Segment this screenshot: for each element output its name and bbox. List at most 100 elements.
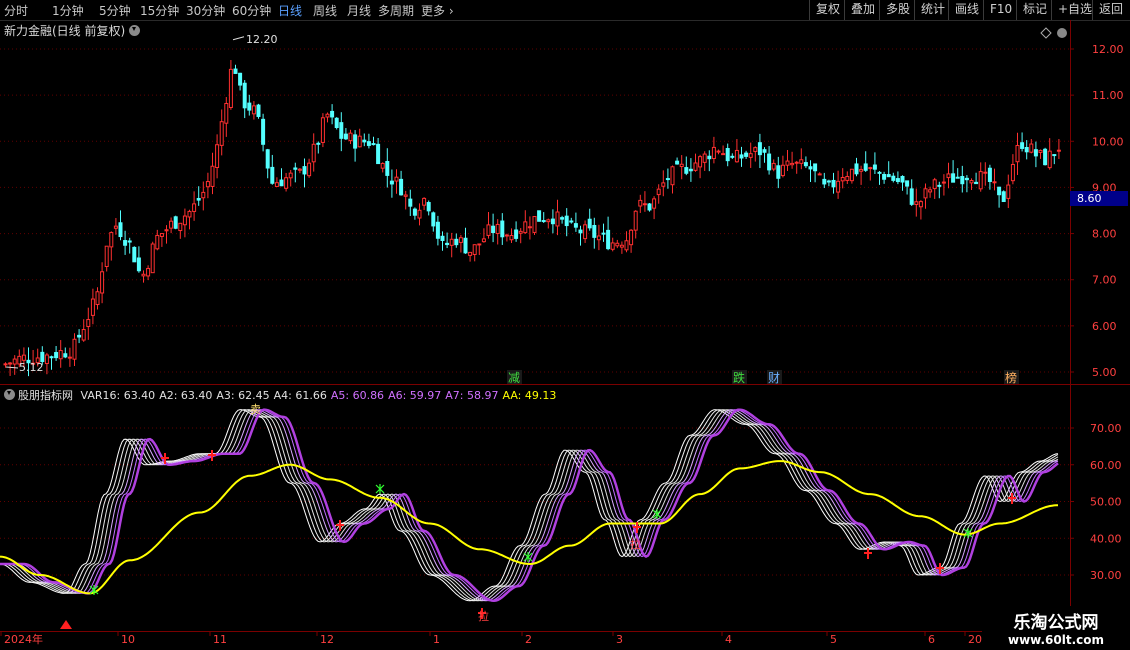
candle-body — [307, 162, 312, 177]
candle-body — [716, 150, 721, 153]
indicator-tick-label: 70.00 — [1090, 422, 1122, 435]
candle-body — [1043, 148, 1048, 166]
candle-body — [799, 159, 804, 164]
indicator-value-5: A6: 59.97 — [388, 389, 442, 402]
candle-body — [845, 176, 850, 181]
candle-body — [219, 121, 224, 146]
watermark-title: 乐淘公式网 — [1013, 613, 1099, 633]
candle-body — [863, 163, 868, 171]
candle-body — [955, 176, 960, 179]
candle-body — [251, 105, 256, 115]
candle-body — [679, 163, 684, 168]
candle-body — [44, 354, 49, 365]
candle-body — [431, 212, 436, 227]
candle-body — [886, 174, 891, 178]
candle-body — [951, 173, 956, 183]
candle-body — [500, 220, 505, 238]
candle-body — [1033, 149, 1038, 157]
candle-body — [196, 197, 201, 201]
indicator-marker-text: 拉 — [630, 537, 641, 551]
price-tick-label: 7.00 — [1092, 274, 1117, 287]
candle-body — [334, 117, 339, 129]
time-label: 11 — [213, 633, 227, 646]
candle-body — [412, 208, 417, 216]
indicator-value-1: A2: 63.40 — [159, 389, 213, 402]
indicator-dropdown-icon[interactable] — [4, 389, 15, 400]
candle-body — [288, 172, 293, 179]
candle-body — [491, 225, 496, 234]
candle-body — [978, 171, 983, 190]
candle-body — [836, 180, 841, 193]
kline-chart[interactable]: 12.0011.0010.009.008.007.006.005.0070.00… — [0, 0, 1130, 650]
candle-body — [969, 180, 974, 184]
candle-body — [86, 319, 91, 327]
price-tick-label: 12.00 — [1092, 43, 1124, 56]
candle-body — [362, 139, 367, 143]
candle-body — [803, 162, 808, 167]
candle-body — [173, 216, 178, 229]
candle-body — [1024, 147, 1029, 153]
time-label: 3 — [616, 633, 623, 646]
candle-body — [753, 147, 758, 152]
candle-body — [748, 153, 753, 158]
candle-body — [932, 179, 937, 190]
candle-body — [744, 152, 749, 157]
candle-body — [840, 176, 845, 182]
candle-body — [859, 168, 864, 172]
candle-body — [187, 210, 192, 218]
candle-body — [895, 178, 900, 183]
candle-body — [210, 165, 215, 187]
indicator-value-7: AA: 49.13 — [502, 389, 557, 402]
candle-body — [325, 113, 330, 118]
candle-body — [661, 182, 666, 187]
candle-body — [514, 229, 519, 239]
candle-body — [509, 235, 514, 241]
candle-body — [132, 246, 137, 263]
candle-body — [822, 178, 827, 185]
indicator-value-6: A7: 58.97 — [445, 389, 499, 402]
time-label: 4 — [725, 633, 732, 646]
candle-body — [205, 181, 210, 188]
current-price-box: 8.60 — [1070, 191, 1128, 206]
candle-body — [468, 251, 473, 256]
candle-body — [256, 104, 261, 117]
time-label: 1 — [433, 633, 440, 646]
candle-body — [702, 153, 707, 163]
event-tag: 财 — [768, 371, 780, 385]
watermark-url: www.60lt.com — [1007, 633, 1105, 647]
candle-body — [238, 72, 243, 86]
candle-body — [721, 153, 726, 156]
candle-body — [918, 201, 923, 208]
candle-body — [1006, 184, 1011, 199]
candle-body — [63, 353, 68, 358]
time-label: 10 — [121, 633, 135, 646]
candle-body — [937, 184, 942, 187]
candle-body — [1010, 163, 1015, 182]
candle-body — [504, 234, 509, 237]
candle-body — [518, 230, 523, 234]
candle-body — [426, 202, 431, 212]
candle-body — [408, 198, 413, 207]
candle-body — [601, 232, 606, 235]
candle-body — [891, 175, 896, 181]
bottom-triangle-marker — [60, 620, 72, 629]
candle-body — [141, 273, 146, 277]
candle-body — [178, 222, 183, 232]
candle-body — [297, 168, 302, 171]
candle-body — [794, 161, 799, 164]
candle-body — [734, 149, 739, 163]
candle-body — [656, 188, 661, 196]
candle-body — [946, 173, 951, 179]
candle-body — [546, 219, 551, 223]
time-label: 2 — [525, 633, 532, 646]
candle-body — [849, 168, 854, 182]
candle-body — [146, 267, 151, 277]
candle-body — [997, 186, 1002, 196]
low-price-label: 5.12 — [19, 361, 44, 374]
candle-body — [72, 338, 77, 360]
candle-body — [445, 242, 450, 246]
candle-body — [762, 149, 767, 153]
signal-star-green — [375, 484, 385, 494]
candle-body — [578, 229, 583, 234]
candle-body — [109, 232, 114, 248]
